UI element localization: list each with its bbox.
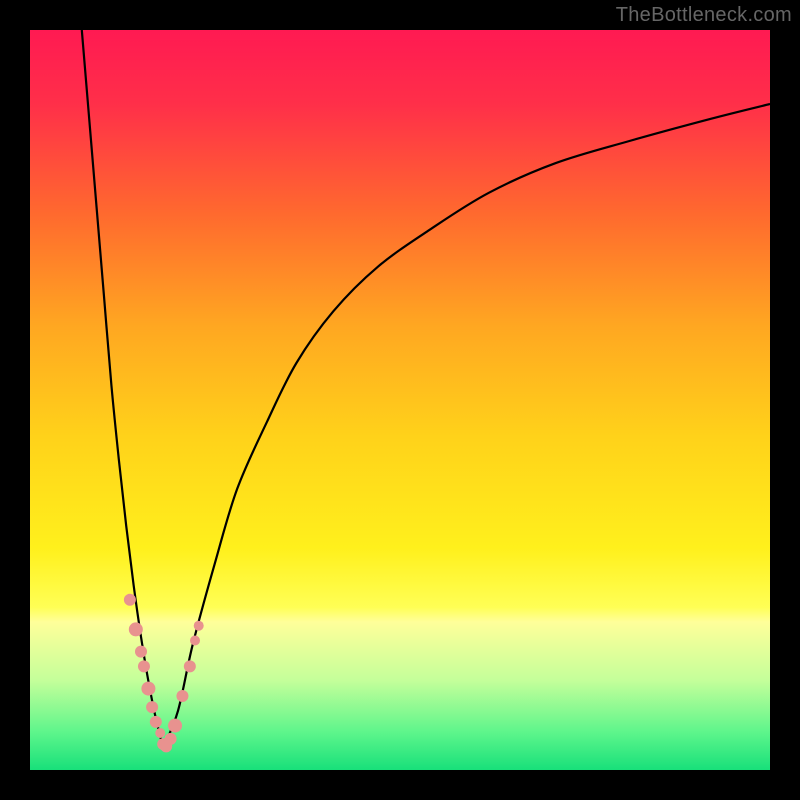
marker-dot — [141, 682, 155, 696]
marker-dot — [138, 660, 150, 672]
marker-dot — [165, 733, 177, 745]
curve-left-branch — [82, 30, 163, 748]
marker-dot — [150, 716, 162, 728]
marker-dot — [184, 660, 196, 672]
marker-dot — [194, 621, 204, 631]
curve-right-branch — [163, 104, 770, 748]
marker-dot — [124, 594, 136, 606]
marker-dot — [129, 622, 143, 636]
chart-frame: TheBottleneck.com — [0, 0, 800, 800]
marker-dot — [190, 636, 200, 646]
marker-dot — [176, 690, 188, 702]
marker-dot — [146, 701, 158, 713]
plot-area — [30, 30, 770, 770]
marker-dot — [155, 728, 165, 738]
marker-dot — [168, 719, 182, 733]
attribution-text: TheBottleneck.com — [616, 4, 792, 27]
marker-dot — [135, 646, 147, 658]
marker-group — [124, 594, 204, 753]
plot-overlay — [30, 30, 770, 770]
